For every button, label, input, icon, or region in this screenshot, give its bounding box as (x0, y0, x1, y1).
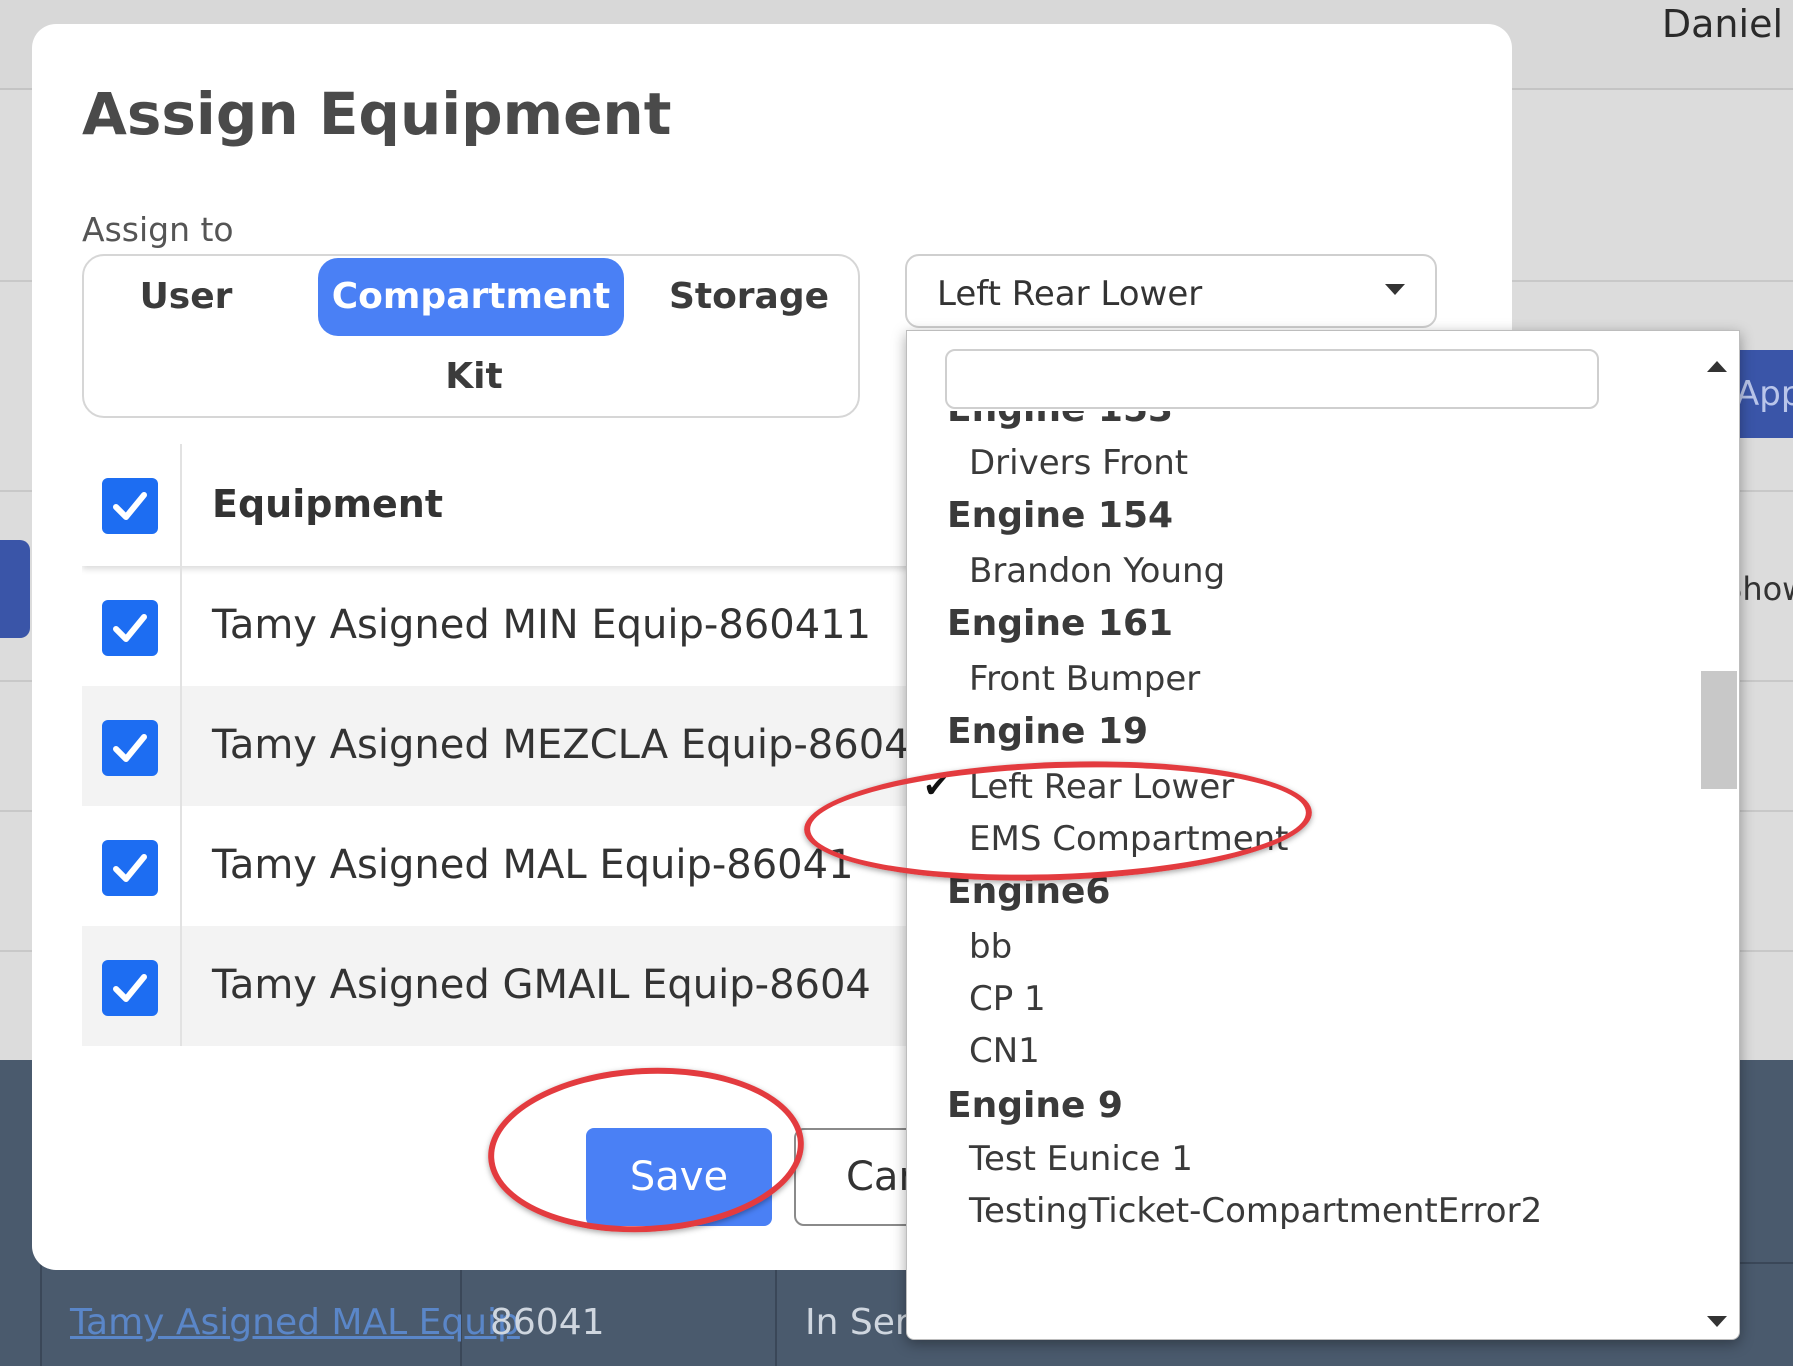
dropdown-group-label: Engine 161 (947, 603, 1174, 644)
checkmark-icon (113, 974, 147, 1002)
table-header-row: Equipment (82, 444, 982, 566)
column-divider (180, 806, 182, 926)
checkmark-icon (113, 854, 147, 882)
dropdown-scrollbar-thumb[interactable] (1701, 671, 1737, 789)
equipment-name: Tamy Asigned MAL Equip-86041 (212, 842, 854, 888)
dropdown-option[interactable]: Front Bumper (969, 659, 1200, 699)
equipment-number: 86041 (490, 1302, 605, 1343)
dropdown-group-label: Engine 154 (947, 495, 1174, 536)
dropdown-option[interactable]: CN1 (969, 1031, 1040, 1071)
assign-to-label: Assign to (82, 210, 234, 249)
assign-option-storage[interactable]: Storage (644, 258, 854, 336)
equipment-link[interactable]: Tamy Asigned MAL Equip (70, 1302, 520, 1343)
dropdown-option[interactable]: CP 1 (969, 979, 1046, 1019)
checkmark-icon (113, 614, 147, 642)
column-divider (180, 686, 182, 806)
select-all-checkbox[interactable] (102, 478, 158, 534)
dropdown-option[interactable]: Test Eunice 1 (969, 1139, 1193, 1179)
background-column-divider (40, 1262, 42, 1366)
row-checkbox[interactable] (102, 840, 158, 896)
dropdown-option[interactable]: bb (969, 927, 1012, 967)
table-row: Tamy Asigned GMAIL Equip-8604 (82, 926, 982, 1046)
modal-title: Assign Equipment (82, 80, 672, 148)
dropdown-group-label: Engine 153 (947, 411, 1173, 430)
table-row: Tamy Asigned MIN Equip-860411 (82, 566, 982, 686)
assign-option-compartment[interactable]: Compartment (318, 258, 624, 336)
scroll-down-arrow-icon[interactable] (1707, 1316, 1727, 1327)
dropdown-option[interactable]: Drivers Front (969, 443, 1188, 483)
column-divider (180, 566, 182, 686)
dropdown-group-label: Engine 19 (947, 711, 1149, 752)
column-divider (180, 444, 182, 566)
row-checkbox[interactable] (102, 720, 158, 776)
assign-option-user[interactable]: User (86, 258, 286, 336)
dropdown-option[interactable]: Brandon Young (969, 551, 1225, 591)
equipment-table: Equipment Tamy Asigned MIN Equip-860411 … (82, 444, 982, 1050)
table-row: Tamy Asigned MEZCLA Equip-8604112 (82, 686, 982, 806)
user-name[interactable]: Daniel (1662, 2, 1783, 46)
equipment-name: Tamy Asigned MIN Equip-860411 (212, 602, 872, 648)
background-side-tab[interactable] (0, 540, 30, 638)
assign-to-segmented-control: User Compartment Storage Kit (82, 254, 860, 418)
equipment-name: Tamy Asigned GMAIL Equip-8604 (212, 962, 871, 1008)
compartment-select-value: Left Rear Lower (937, 274, 1203, 314)
assign-option-kit[interactable]: Kit (374, 338, 574, 416)
caret-down-icon (1385, 284, 1405, 295)
column-divider (180, 926, 182, 1046)
scroll-up-arrow-icon[interactable] (1707, 361, 1727, 372)
row-checkbox[interactable] (102, 600, 158, 656)
equipment-column-header: Equipment (212, 482, 444, 526)
background-column-divider (775, 1262, 777, 1366)
dropdown-group-label: Engine 9 (947, 1085, 1123, 1126)
equipment-name: Tamy Asigned MEZCLA Equip-8604112 (212, 722, 982, 768)
checkmark-icon (113, 734, 147, 762)
row-checkbox[interactable] (102, 960, 158, 1016)
dropdown-option[interactable]: TestingTicket-CompartmentError2 (969, 1191, 1542, 1231)
dropdown-search-input[interactable] (945, 349, 1599, 409)
compartment-select[interactable]: Left Rear Lower (905, 254, 1437, 328)
checkmark-icon (113, 492, 147, 520)
